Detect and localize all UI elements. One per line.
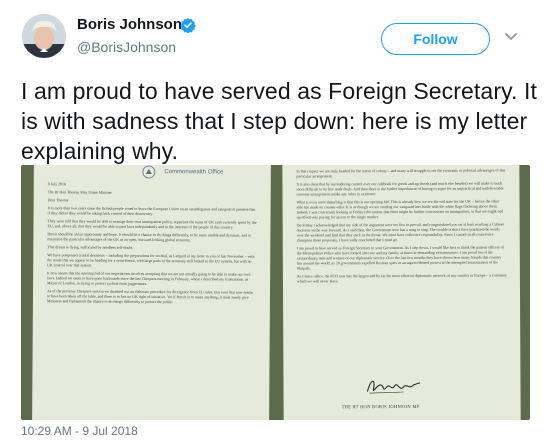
- tweet-image-letter[interactable]: Commonwealth Office 9 July 2018 The Rt H…: [21, 165, 530, 420]
- letter-paragraph: On Friday I acknowledged that my side of…: [296, 222, 505, 243]
- tweet-timestamp[interactable]: 10:29 AM - 9 Jul 2018: [21, 424, 138, 438]
- letter-paragraph: In that respect we are truly headed for …: [296, 168, 506, 179]
- letter-paragraph: What is even more disturbing is that thi…: [296, 199, 504, 220]
- letter-recipient: The Rt Hon Theresa May Prime Minister: [47, 190, 112, 195]
- letter-paragraph: That dream is dying, suffocated by needl…: [47, 245, 134, 250]
- letter-paragraph: It now seems that the opening bid of our…: [47, 271, 251, 286]
- letter-paragraph: As I leave office, the FCO now has the l…: [296, 273, 507, 284]
- avatar[interactable]: [22, 14, 66, 58]
- author-handle[interactable]: @BorisJohnson: [77, 39, 176, 55]
- letter-paragraph: We have postponed crucial decisions – in…: [47, 253, 255, 268]
- letter-page-left: Commonwealth Office 9 July 2018 The Rt H…: [32, 165, 271, 420]
- tweet-card: Boris Johnson @BorisJohnson Follow I am …: [0, 0, 550, 443]
- letter-paragraph: It is also clear that by surrendering co…: [296, 181, 504, 197]
- follow-button[interactable]: Follow: [381, 23, 490, 55]
- avatar-photo: [22, 14, 66, 58]
- author-name[interactable]: Boris Johnson: [77, 16, 182, 33]
- letter-paragraph: They were told that they would be able t…: [47, 219, 257, 230]
- letter-body-left: 9 July 2018 The Rt Hon Theresa May Prime…: [47, 182, 258, 308]
- crest-icon: [142, 165, 156, 179]
- letter-paragraph: As of the previous Chequers session we t…: [46, 289, 254, 305]
- letter-paragraph: I am proud to have served as Foreign Sec…: [296, 245, 504, 271]
- letter-salutation: Dear Theresa: [47, 198, 69, 203]
- letter-page-right: In that respect we are truly headed for …: [282, 165, 521, 420]
- chevron-down-icon[interactable]: [504, 32, 518, 42]
- tweet-text: I am proud to have served as Foreign Sec…: [21, 78, 537, 164]
- signature-name: THE RT HON BORIS JOHNSON MP: [341, 403, 420, 410]
- letterhead-text: Commonwealth Office: [164, 169, 224, 176]
- handwritten-signature: [366, 380, 421, 394]
- verified-badge-icon: [180, 18, 196, 33]
- letter-date: 9 July 2018: [47, 182, 66, 187]
- letter-paragraph: Brexit should be about opportunity and h…: [47, 232, 252, 243]
- letter-body-right: In that respect we are truly headed for …: [296, 168, 507, 287]
- letter-paragraph: It is more than two years since the Brit…: [47, 206, 256, 217]
